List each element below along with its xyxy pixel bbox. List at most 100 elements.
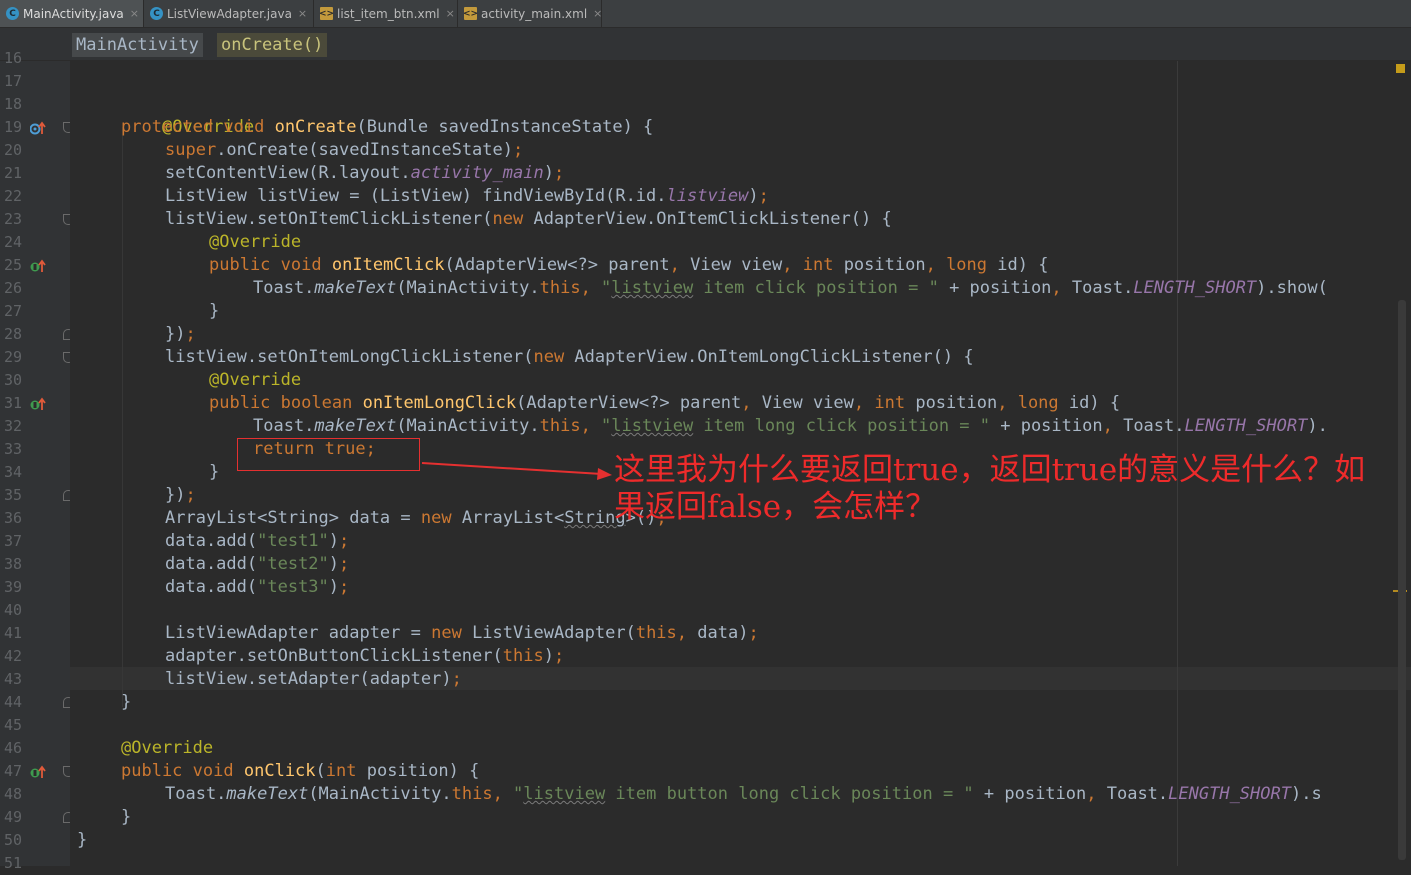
code-line-19: protected void onCreate(Bundle savedInst… xyxy=(121,116,653,139)
code-text: ) xyxy=(328,531,340,551)
string-token: "test2" xyxy=(257,554,329,574)
comma-token: , xyxy=(997,393,1008,413)
tab-mainactivity-java[interactable]: C MainActivity.java × xyxy=(0,0,144,27)
comma-token: , xyxy=(1051,278,1062,298)
keyword-token: void xyxy=(192,761,234,781)
line-number: 26 xyxy=(4,279,23,297)
tab-list-item-btn-xml[interactable]: <> list_item_btn.xml × xyxy=(314,0,458,27)
tab-listviewadapter-java[interactable]: C ListViewAdapter.java × xyxy=(144,0,314,27)
line-number: 47 xyxy=(4,762,23,780)
comma-token: , xyxy=(492,784,514,804)
code-text: id) { xyxy=(1058,393,1121,413)
keyword-token: new xyxy=(420,508,452,528)
line-number: 23 xyxy=(4,210,23,228)
static-method-token: makeText xyxy=(314,416,397,436)
keyword-token: protected xyxy=(121,117,214,137)
code-text: listView.setOnItemClickListener( xyxy=(165,209,493,229)
code-text: ).s xyxy=(1290,784,1322,804)
keyword-token: this xyxy=(539,416,581,436)
code-text: (AdapterView<?> parent xyxy=(444,255,670,275)
tab-label: MainActivity.java xyxy=(23,6,124,21)
code-line-42: adapter.setOnButtonClickListener(this); xyxy=(165,645,564,668)
close-icon[interactable]: × xyxy=(446,7,455,20)
breadcrumb-class[interactable]: MainActivity xyxy=(72,33,203,57)
breadcrumb-method[interactable]: onCreate() xyxy=(217,33,328,57)
code-text: (MainActivity. xyxy=(396,278,540,298)
field-token: LENGTH_SHORT xyxy=(1133,278,1257,298)
code-text: + position xyxy=(990,416,1103,436)
code-text: adapter.setOnButtonClickListener( xyxy=(165,646,503,666)
code-text: ( xyxy=(315,761,326,781)
keyword-token: long xyxy=(1007,393,1059,413)
code-text: }) xyxy=(165,485,186,505)
code-line-37: data.add("test1"); xyxy=(165,530,349,553)
comma-token: , xyxy=(1102,416,1113,436)
warning-marker[interactable] xyxy=(1396,64,1405,73)
line-number: 16 xyxy=(4,49,23,67)
code-text: ListViewAdapter( xyxy=(461,623,636,643)
tab-activity-main-xml[interactable]: <> activity_main.xml × xyxy=(458,0,602,27)
keyword-token: void xyxy=(280,255,322,275)
line-number: 28 xyxy=(4,325,23,343)
code-text: + position xyxy=(973,784,1087,804)
code-line-31: public boolean onItemLongClick(AdapterVi… xyxy=(209,392,1120,415)
code-text: data.add( xyxy=(165,531,258,551)
code-line-44: } xyxy=(121,691,131,714)
string-token: "test1" xyxy=(257,531,329,551)
keyword-token: new xyxy=(431,623,462,643)
string-token: " xyxy=(601,278,612,298)
code-line-29: listView.setOnItemLongClickListener(new … xyxy=(165,346,974,369)
tab-label: activity_main.xml xyxy=(481,6,588,21)
code-text: position xyxy=(905,393,998,413)
implement-method-icon[interactable] xyxy=(30,397,46,411)
semicolon-token: ; xyxy=(185,485,196,505)
line-number: 22 xyxy=(4,187,23,205)
line-number: 35 xyxy=(4,486,23,504)
annotation-token: @Override xyxy=(209,232,302,252)
keyword-token: new xyxy=(492,209,524,229)
field-token: LENGTH_SHORT xyxy=(1184,416,1308,436)
string-token: item long click position = " xyxy=(693,416,990,436)
xml-layout-icon: <> xyxy=(462,7,479,20)
code-text: listView.setOnItemLongClickListener( xyxy=(165,347,534,367)
line-number: 42 xyxy=(4,647,23,665)
spelling-warning-token: listview xyxy=(523,784,606,804)
code-text: ). xyxy=(1307,416,1328,436)
code-text: + position xyxy=(938,278,1052,298)
implement-method-icon[interactable] xyxy=(30,259,46,273)
semicolon-token: ; xyxy=(339,531,350,551)
string-token: "test3" xyxy=(257,577,329,597)
string-token: " xyxy=(601,416,612,436)
close-icon[interactable]: × xyxy=(593,7,602,20)
field-token: activity_main xyxy=(410,163,544,183)
close-icon[interactable]: × xyxy=(130,7,139,20)
spelling-warning-token: listview xyxy=(611,278,694,298)
vertical-scrollbar[interactable] xyxy=(1398,300,1406,860)
comma-token: , xyxy=(669,255,680,275)
line-number: 39 xyxy=(4,578,23,596)
close-icon[interactable]: × xyxy=(298,7,307,20)
comma-token: , xyxy=(925,255,936,275)
code-text: (MainActivity. xyxy=(396,416,540,436)
code-text: Toast. xyxy=(253,416,315,436)
line-number: 29 xyxy=(4,348,23,366)
method-name-token: onItemClick xyxy=(331,255,445,275)
code-text: ) xyxy=(543,163,554,183)
code-text: } xyxy=(209,462,220,482)
override-method-icon[interactable] xyxy=(30,121,46,135)
line-number: 46 xyxy=(4,739,23,757)
line-number: 44 xyxy=(4,693,23,711)
code-text: }) xyxy=(165,324,186,344)
semicolon-token: ; xyxy=(748,623,759,643)
code-line-48: Toast.makeText(MainActivity.this, "listv… xyxy=(165,783,1322,806)
line-number: 34 xyxy=(4,463,23,481)
implement-method-icon[interactable] xyxy=(30,765,46,779)
static-method-token: makeText xyxy=(314,278,397,298)
keyword-token: int xyxy=(325,761,357,781)
comma-token: , xyxy=(676,623,688,643)
code-line-27: } xyxy=(209,300,219,323)
comma-token: , xyxy=(741,393,752,413)
keyword-token: this xyxy=(451,784,493,804)
line-number: 17 xyxy=(4,72,23,90)
code-text: .onCreate(savedInstanceState) xyxy=(216,140,513,160)
